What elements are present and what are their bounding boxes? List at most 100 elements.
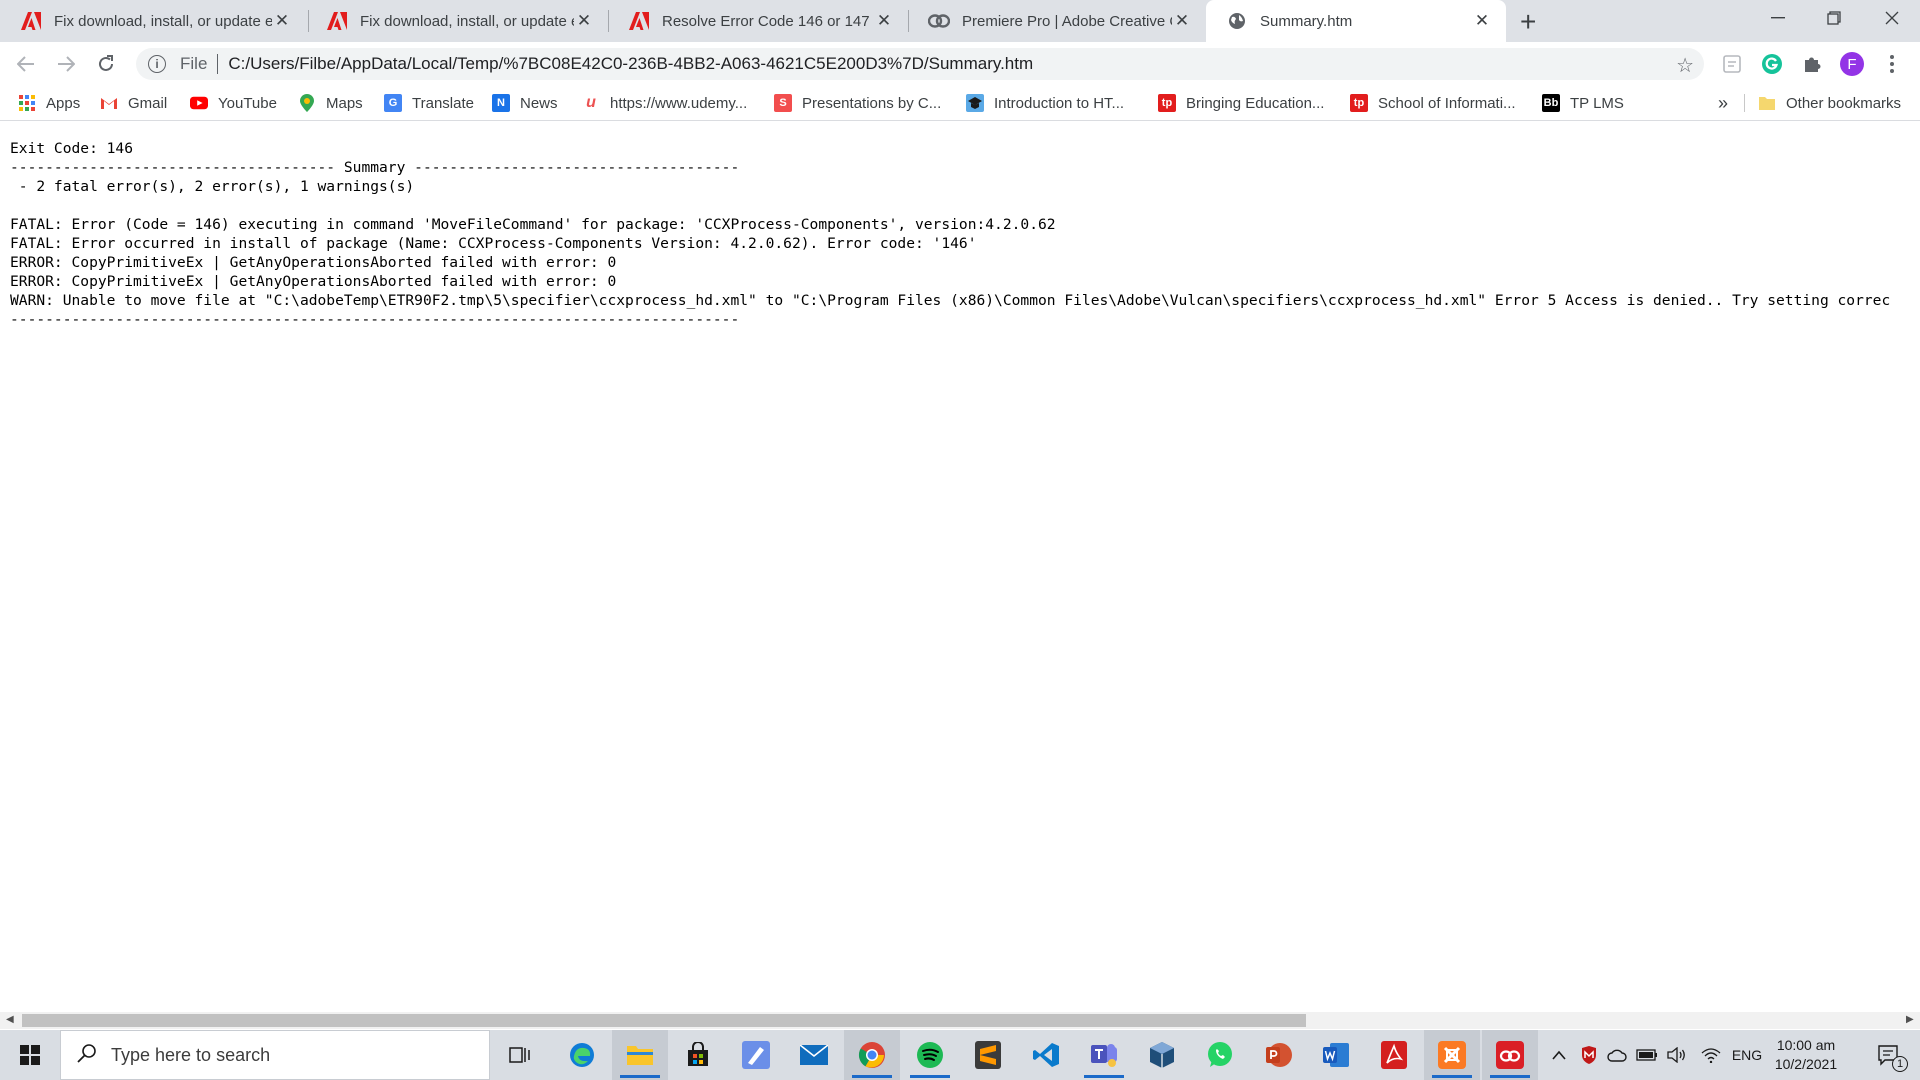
grammarly-icon[interactable] <box>1760 52 1784 76</box>
bookmark-news[interactable]: N News <box>492 86 558 120</box>
bookmark-tp-lms[interactable]: Bb TP LMS <box>1542 86 1624 120</box>
bookmarks-overflow-button[interactable]: » <box>1718 86 1728 120</box>
bookmark-other-bookmarks[interactable]: Other bookmarks <box>1758 86 1901 120</box>
bookmark-presentations[interactable]: S Presentations by C... <box>774 86 941 120</box>
edge-icon[interactable] <box>554 1030 610 1080</box>
bookmark-label: Translate <box>412 94 474 112</box>
fatal-line: FATAL: Error (Code = 146) executing in c… <box>10 216 1056 233</box>
powerpoint-icon[interactable] <box>1250 1030 1306 1080</box>
tab-fix-download-1[interactable]: Fix download, install, or update e ✕ <box>0 0 306 42</box>
profile-avatar[interactable]: F <box>1840 52 1864 76</box>
task-view-button[interactable] <box>492 1030 548 1080</box>
bookmark-youtube[interactable]: YouTube <box>190 86 277 120</box>
exit-code-line: Exit Code: 146 <box>10 140 134 157</box>
bookmark-maps[interactable]: Maps <box>298 86 363 120</box>
gmail-icon <box>100 94 118 112</box>
word-icon[interactable] <box>1308 1030 1364 1080</box>
volume-icon[interactable] <box>1664 1030 1690 1080</box>
tab-summary[interactable]: Summary.htm ✕ <box>1206 0 1506 42</box>
chrome-icon[interactable] <box>844 1030 900 1080</box>
teams-icon[interactable] <box>1076 1030 1132 1080</box>
translate-icon: G <box>384 94 402 112</box>
bookmark-label: Bringing Education... <box>1186 94 1325 112</box>
address-bar[interactable]: i File C:/Users/Filbe/AppData/Local/Temp… <box>136 48 1704 80</box>
bookmark-label: News <box>520 94 558 112</box>
onedrive-cloud-icon[interactable] <box>1604 1030 1630 1080</box>
extensions-puzzle-icon[interactable] <box>1800 52 1824 76</box>
tab-title: Resolve Error Code 146 or 147 er <box>662 12 874 30</box>
file-explorer-icon[interactable] <box>612 1030 668 1080</box>
tab-title: Fix download, install, or update e <box>54 12 272 30</box>
scrollbar-thumb[interactable] <box>22 1014 1306 1027</box>
bookmark-gmail[interactable]: Gmail <box>100 86 167 120</box>
vscode-icon[interactable] <box>1018 1030 1074 1080</box>
start-button[interactable] <box>0 1030 60 1080</box>
new-tab-button[interactable]: + <box>1520 6 1536 38</box>
language-indicator[interactable]: ENG <box>1728 1030 1766 1080</box>
tab-premiere-pro[interactable]: Premiere Pro | Adobe Creative Cl ✕ <box>908 0 1206 42</box>
back-button[interactable] <box>12 50 40 78</box>
page-content: Exit Code: 146 -------------------------… <box>10 139 1920 1009</box>
creative-cloud-icon <box>928 11 950 31</box>
bookmark-label: Other bookmarks <box>1786 94 1902 112</box>
xampp-icon[interactable] <box>1424 1030 1480 1080</box>
bookmarks-bar: Apps Gmail YouTube Maps G Translate N Ne… <box>0 86 1920 121</box>
error-line: ERROR: CopyPrimitiveEx | GetAnyOperation… <box>10 273 617 290</box>
restore-button[interactable] <box>1806 0 1862 36</box>
spotify-icon[interactable] <box>902 1030 958 1080</box>
bookmark-school-informatics[interactable]: tp School of Informati... <box>1350 86 1516 120</box>
adobe-icon <box>326 11 348 31</box>
bookmark-intro-html[interactable]: Introduction to HT... <box>966 86 1124 120</box>
profile-initial: F <box>1847 55 1857 73</box>
udemy-icon: u <box>586 94 596 111</box>
close-icon[interactable]: ✕ <box>874 11 894 31</box>
close-icon[interactable]: ✕ <box>1472 11 1492 31</box>
whatsapp-icon[interactable] <box>1192 1030 1248 1080</box>
close-window-button[interactable] <box>1864 0 1920 36</box>
divider <box>217 54 219 74</box>
horizontal-scrollbar[interactable]: ◀ ▶ <box>0 1012 1920 1029</box>
bookmark-label: Introduction to HT... <box>994 94 1125 112</box>
wifi-icon[interactable] <box>1698 1030 1724 1080</box>
reload-button[interactable] <box>92 50 120 78</box>
close-icon[interactable]: ✕ <box>272 11 292 31</box>
tab-resolve-error[interactable]: Resolve Error Code 146 or 147 er ✕ <box>608 0 908 42</box>
mail-icon[interactable] <box>786 1030 842 1080</box>
folder-icon <box>1758 94 1776 112</box>
bookmark-apps[interactable]: Apps <box>18 86 80 120</box>
bookmark-bringing-education[interactable]: tp Bringing Education... <box>1158 86 1324 120</box>
summary-header-line: ------------------------------------- Su… <box>10 159 740 176</box>
clock[interactable]: 10:00 am 10/2/2021 <box>1762 1036 1850 1074</box>
microsoft-store-icon[interactable] <box>670 1030 726 1080</box>
star-icon[interactable]: ☆ <box>1676 53 1694 78</box>
show-hidden-icons-chevron-icon[interactable] <box>1546 1030 1572 1080</box>
scroll-left-arrow-icon[interactable]: ◀ <box>6 1014 14 1025</box>
close-icon[interactable]: ✕ <box>1172 11 1192 31</box>
sublime-text-icon[interactable] <box>960 1030 1016 1080</box>
virtualbox-icon[interactable] <box>1134 1030 1190 1080</box>
tab-fix-download-2[interactable]: Fix download, install, or update e ✕ <box>306 0 608 42</box>
minimize-button[interactable] <box>1750 0 1806 36</box>
pen-app-icon[interactable] <box>728 1030 784 1080</box>
bookmark-label: YouTube <box>218 94 277 112</box>
mcafee-shield-icon[interactable] <box>1576 1030 1602 1080</box>
notification-center-button[interactable]: 1 <box>1866 1030 1912 1080</box>
divider <box>1744 94 1745 112</box>
notification-count-badge: 1 <box>1892 1056 1908 1072</box>
close-icon[interactable]: ✕ <box>574 11 594 31</box>
forward-button[interactable] <box>52 50 80 78</box>
bookmark-udemy[interactable]: u https://www.udemy... <box>582 86 747 120</box>
creative-cloud-icon[interactable] <box>1482 1030 1538 1080</box>
running-indicator <box>1432 1075 1472 1078</box>
url-text[interactable]: C:/Users/Filbe/AppData/Local/Temp/%7BC08… <box>228 54 1033 74</box>
scroll-right-arrow-icon[interactable]: ▶ <box>1906 1014 1914 1025</box>
reading-list-icon[interactable] <box>1720 52 1744 76</box>
bookmark-label: https://www.udemy... <box>610 94 748 112</box>
bookmark-translate[interactable]: G Translate <box>384 86 474 120</box>
battery-icon[interactable] <box>1634 1030 1660 1080</box>
acrobat-icon[interactable] <box>1366 1030 1422 1080</box>
info-icon[interactable]: i <box>148 55 166 73</box>
menu-kebab-icon[interactable] <box>1880 52 1904 76</box>
summary-footer-line: ----------------------------------------… <box>10 311 740 328</box>
taskbar-search[interactable]: Type here to search <box>60 1030 490 1080</box>
